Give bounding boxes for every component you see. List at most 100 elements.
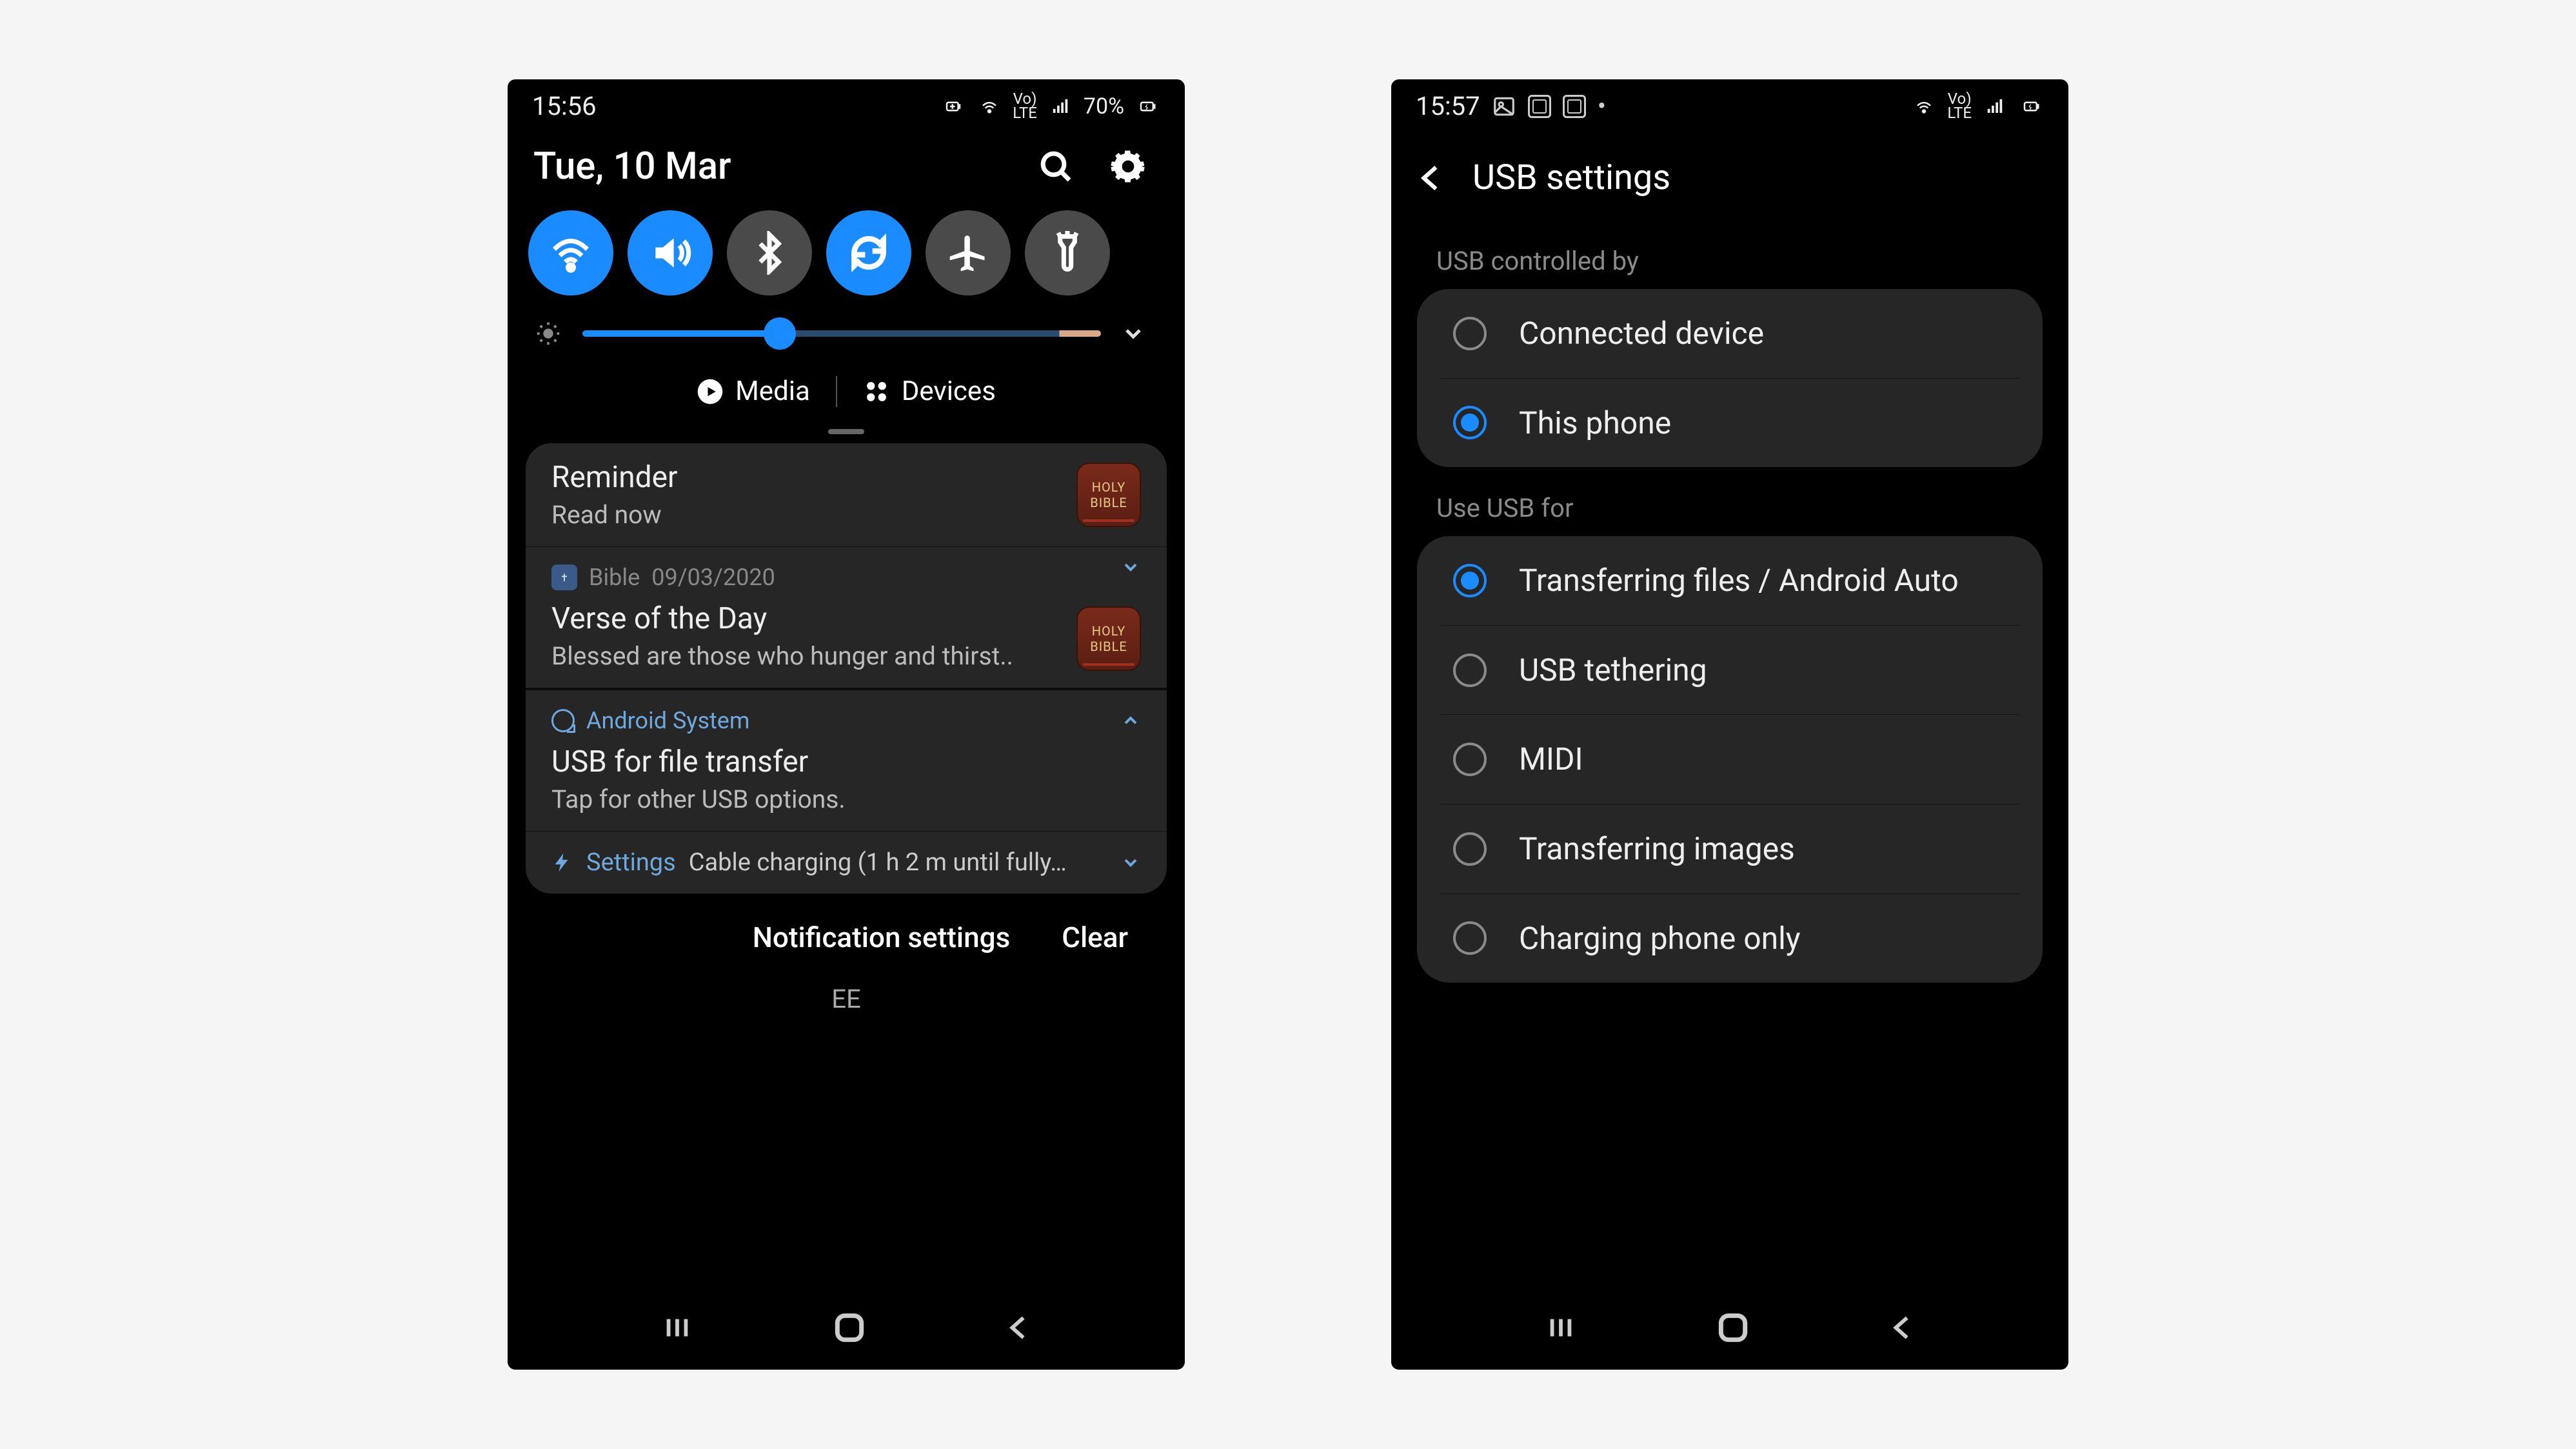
app-icon — [1563, 95, 1586, 118]
auto-brightness-icon[interactable] — [533, 319, 563, 348]
page-title: USB settings — [1472, 157, 1670, 198]
notif-app-name: Bible — [589, 564, 640, 591]
notif-header-row: Android System — [551, 707, 1141, 734]
radio-label: Transferring files / Android Auto — [1519, 562, 1959, 599]
radio-midi[interactable]: MIDI — [1417, 715, 2043, 804]
status-time: 15:57 — [1416, 91, 1480, 121]
radio-label: Transferring images — [1519, 830, 1795, 868]
brightness-slider-thumb[interactable] — [764, 317, 796, 350]
chevron-down-icon[interactable] — [1120, 557, 1141, 577]
devices-label: Devices — [902, 375, 996, 407]
devices-button[interactable]: Devices — [837, 375, 1022, 407]
chevron-up-icon[interactable] — [1120, 710, 1141, 731]
radio-icon — [1453, 317, 1487, 350]
notif-title: Reminder — [551, 460, 1141, 495]
status-bar: 15:57 • Vo)LTE — [1391, 79, 2068, 128]
carrier-label: EE — [526, 984, 1167, 1014]
notif-body: Tap for other USB options. — [551, 784, 1141, 814]
notif-body: Blessed are those who hunger and thirst.… — [551, 641, 1141, 671]
notification-usb[interactable]: Android System USB for file transfer Tap… — [526, 688, 1167, 831]
radio-icon — [1453, 406, 1487, 439]
radio-label: This phone — [1519, 405, 1671, 442]
grid-icon — [863, 378, 890, 405]
wifi-icon — [1911, 97, 1937, 116]
sound-toggle[interactable] — [628, 210, 713, 295]
notification-footer: Notification settings Clear — [526, 904, 1167, 971]
signal-icon — [1047, 97, 1073, 116]
notif-app-name: Settings — [586, 848, 676, 877]
battery-charging-icon — [2018, 97, 2044, 116]
notif-title: Verse of the Day — [551, 601, 1141, 636]
home-icon[interactable] — [1715, 1310, 1751, 1346]
android-system-icon — [551, 709, 575, 732]
expand-chevron-icon[interactable] — [1120, 321, 1146, 346]
gear-icon[interactable] — [1110, 148, 1146, 185]
volte-icon: Vo)LTE — [1947, 92, 1972, 120]
search-icon[interactable] — [1038, 148, 1074, 185]
radio-label: Connected device — [1519, 315, 1764, 352]
radio-group-controlled-by: Connected device This phone — [1417, 289, 2043, 467]
wifi-icon — [976, 97, 1002, 116]
status-time: 15:56 — [532, 91, 597, 121]
notif-app-name: Android System — [586, 707, 749, 734]
media-devices-row: Media Devices — [508, 363, 1185, 425]
notification-group: Reminder Read now HOLYBIBLE ✝ Bible 09/0… — [526, 443, 1167, 894]
recents-icon[interactable] — [659, 1313, 695, 1343]
volte-icon: Vo)LTE — [1013, 92, 1037, 120]
play-circle-icon — [697, 378, 724, 405]
back-icon[interactable] — [1887, 1313, 1917, 1343]
home-icon[interactable] — [831, 1310, 867, 1346]
notification-bible-verse[interactable]: ✝ Bible 09/03/2020 Verse of the Day Bles… — [526, 546, 1167, 688]
notif-body: Cable charging (1 h 2 m until fully… — [689, 848, 1107, 877]
battery-saver-icon — [940, 97, 966, 116]
sync-toggle[interactable] — [826, 210, 911, 295]
notif-title: USB for file transfer — [551, 744, 1141, 779]
radio-charge-only[interactable]: Charging phone only — [1417, 894, 2043, 983]
drag-handle[interactable] — [828, 429, 864, 434]
bible-app-icon: HOLYBIBLE — [1076, 606, 1141, 671]
status-bar: 15:56 Vo)LTE 70% — [508, 79, 1185, 128]
chevron-down-icon[interactable] — [1120, 852, 1141, 873]
phone-usb-settings: 15:57 • Vo)LTE USB settings USB controll… — [1391, 79, 2068, 1370]
radio-transfer-files[interactable]: Transferring files / Android Auto — [1417, 536, 2043, 625]
radio-connected-device[interactable]: Connected device — [1417, 289, 2043, 378]
radio-icon — [1453, 921, 1487, 955]
battery-percent: 70% — [1084, 94, 1124, 119]
bible-app-icon: HOLYBIBLE — [1076, 463, 1141, 527]
notif-date: 09/03/2020 — [651, 564, 775, 591]
notification-settings-button[interactable]: Notification settings — [753, 921, 1011, 954]
brightness-row — [508, 305, 1185, 363]
radio-icon — [1453, 564, 1487, 597]
radio-transfer-images[interactable]: Transferring images — [1417, 804, 2043, 894]
qs-date: Tue, 10 Mar — [533, 145, 731, 188]
torch-toggle[interactable] — [1025, 210, 1110, 295]
brightness-slider[interactable] — [582, 330, 1101, 337]
nav-bar — [508, 1286, 1185, 1370]
battery-charging-icon — [1134, 97, 1160, 116]
status-indicators: Vo)LTE 70% — [940, 92, 1160, 120]
back-arrow-icon[interactable] — [1414, 162, 1447, 194]
radio-usb-tethering[interactable]: USB tethering — [1417, 626, 2043, 715]
radio-label: USB tethering — [1519, 652, 1707, 689]
more-dot-icon: • — [1598, 91, 1607, 121]
notification-reminder[interactable]: Reminder Read now HOLYBIBLE — [526, 443, 1167, 546]
media-button[interactable]: Media — [671, 375, 836, 407]
airplane-toggle[interactable] — [926, 210, 1011, 295]
bible-small-icon: ✝ — [551, 565, 577, 590]
clear-button[interactable]: Clear — [1062, 921, 1128, 954]
radio-icon — [1453, 654, 1487, 687]
notification-charging[interactable]: Settings Cable charging (1 h 2 m until f… — [526, 831, 1167, 894]
bluetooth-toggle[interactable] — [727, 210, 812, 295]
settings-header: USB settings — [1391, 128, 2068, 220]
bolt-icon — [551, 852, 573, 874]
radio-this-phone[interactable]: This phone — [1417, 379, 2043, 468]
back-icon[interactable] — [1004, 1313, 1033, 1343]
recents-icon[interactable] — [1543, 1313, 1579, 1343]
notification-list: Reminder Read now HOLYBIBLE ✝ Bible 09/0… — [508, 443, 1185, 1014]
phone-notification-shade: 15:56 Vo)LTE 70% Tue, 10 Mar — [508, 79, 1185, 1370]
image-icon — [1492, 94, 1516, 119]
notif-body: Read now — [551, 500, 1141, 530]
wifi-toggle[interactable] — [528, 210, 613, 295]
section-label-use-for: Use USB for — [1391, 467, 2068, 536]
nav-bar — [1391, 1286, 2068, 1370]
